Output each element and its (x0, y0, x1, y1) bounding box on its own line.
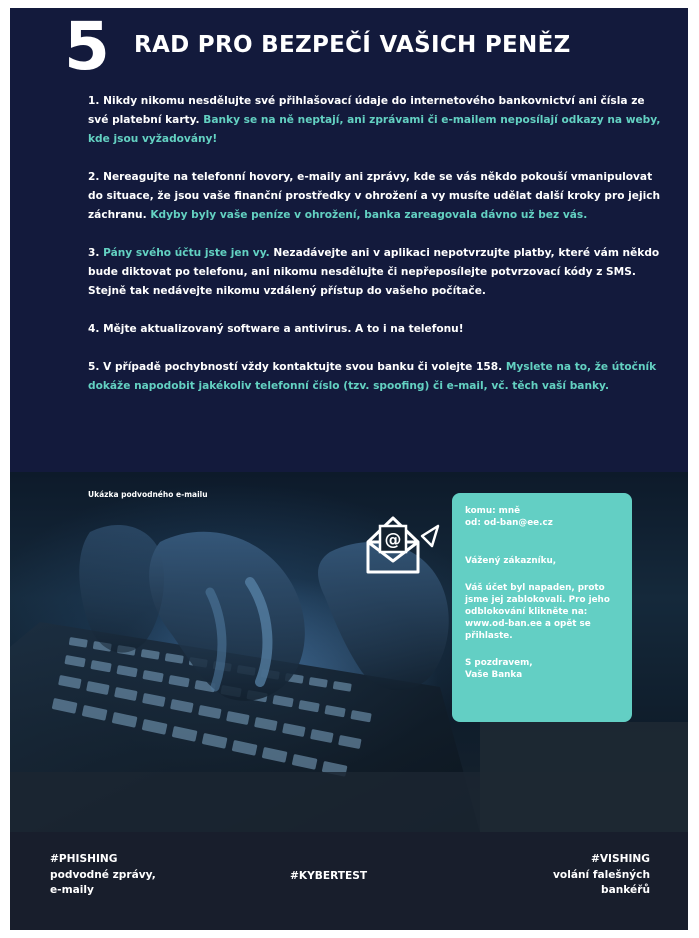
footer: #PHISHING podvodné zprávy, e-maily #KYBE… (10, 832, 688, 930)
rule-item-1: 1. Nikdy nikomu nesdělujte své přihlašov… (88, 92, 662, 149)
tag-title: #VISHING (590, 853, 650, 865)
envelope-at-icon: @ (366, 516, 440, 574)
rule-highlight: Pány svého účtu jste jen vy. (103, 247, 270, 259)
big-number: 5 (64, 8, 110, 85)
email-signature: Vaše Banka (465, 669, 523, 680)
footer-tag-vishing: #VISHING volání falešných bankéřů (553, 852, 650, 899)
email-from: od: od-ban@ee.cz (465, 518, 553, 529)
rule-item-5: 5. V případě pochybností vždy kontaktujt… (88, 358, 662, 396)
email-greeting: Vážený zákazníku, (465, 556, 557, 567)
rule-highlight: Kdyby byly vaše peníze v ohrožení, banka… (150, 209, 588, 221)
tag-title: #PHISHING (50, 853, 118, 865)
rule-text: 4. Mějte aktualizovaný software a antivi… (88, 323, 464, 335)
rule-item-4: 4. Mějte aktualizovaný software a antivi… (88, 320, 662, 339)
email-to: komu: mně (465, 506, 521, 516)
footer-tag-kybertest: #KYBERTEST (290, 870, 368, 882)
phishing-email-card: komu: mně od: od-ban@ee.cz Vážený zákazn… (452, 493, 632, 722)
email-closing: S pozdravem, (465, 657, 533, 668)
sample-email-label: Ukázka podvodného e-mailu (88, 490, 208, 499)
rule-prefix: 3. (88, 247, 104, 259)
footer-tag-phishing: #PHISHING podvodné zprávy, e-maily (50, 852, 156, 899)
poster-title: RAD PRO BEZPEČÍ VAŠICH PENĚZ (134, 32, 571, 58)
rules-list: 1. Nikdy nikomu nesdělujte své přihlašov… (88, 92, 662, 415)
email-body: Váš účet byl napaden, proto jsme jej zab… (465, 582, 610, 642)
svg-text:@: @ (385, 530, 402, 550)
tag-line: podvodné zprávy, (50, 868, 156, 881)
tag-line: bankéřů (601, 884, 650, 896)
poster: 5 RAD PRO BEZPEČÍ VAŠICH PENĚZ 1. Nikdy … (10, 8, 688, 930)
rule-item-2: 2. Nereagujte na telefonní hovory, e-mai… (88, 168, 662, 225)
rule-text: 5. V případě pochybností vždy kontaktujt… (88, 361, 506, 373)
tag-line: e-maily (50, 884, 94, 896)
rule-item-3: 3. Pány svého účtu jste jen vy. Nezadáve… (88, 244, 662, 301)
keyboard-photo: Ukázka podvodného e-mailu @ komu: mně od… (10, 472, 688, 832)
tag-line: volání falešných (553, 868, 650, 881)
